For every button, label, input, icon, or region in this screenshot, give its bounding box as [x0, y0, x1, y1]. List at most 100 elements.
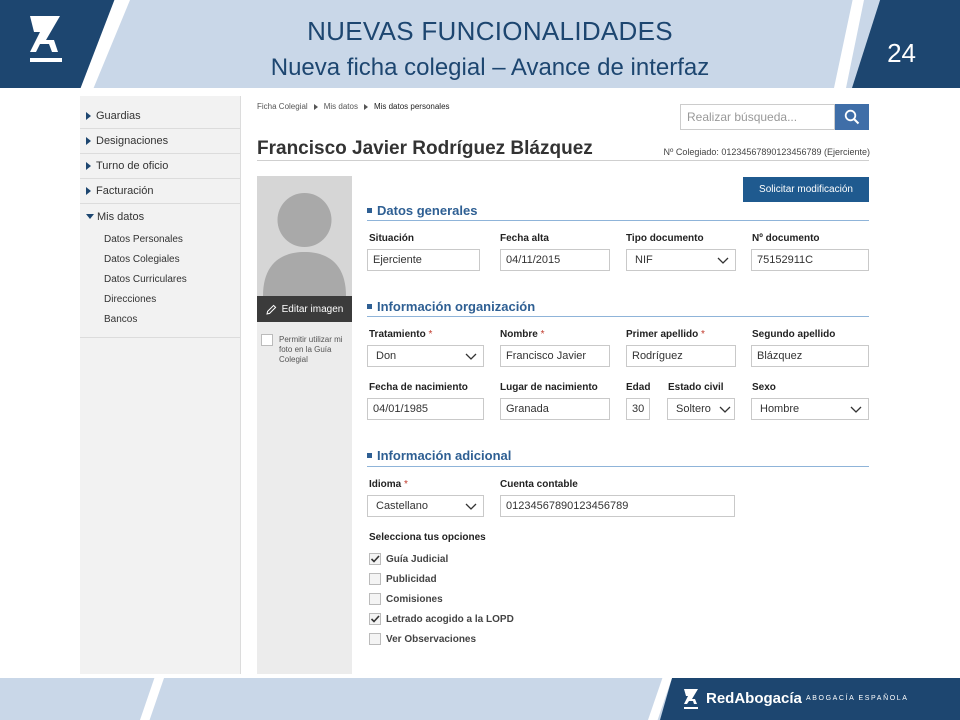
cuenta-contable-label: Cuenta contable: [500, 479, 578, 490]
chevron-down-icon: [465, 353, 477, 360]
pencil-icon: [265, 304, 276, 315]
checkbox-unchecked[interactable]: [369, 633, 381, 645]
sidebar-subitem-direcciones[interactable]: Direcciones: [80, 289, 240, 309]
options-title: Selecciona tus opciones: [369, 532, 486, 543]
sidebar-subitem-datos-curriculares[interactable]: Datos Curriculares: [80, 269, 240, 289]
breadcrumb-item[interactable]: Mis datos: [324, 102, 358, 111]
sidebar-item-label: Designaciones: [96, 135, 169, 147]
option-label: Publicidad: [386, 573, 437, 585]
colegiado-number: Nº Colegiado: 01234567890123456789 (Ejer…: [663, 147, 870, 157]
segundo-apellido-label: Segundo apellido: [752, 329, 836, 340]
permit-photo-label: Permitir utilizar mi foto en la Guía Col…: [279, 335, 343, 364]
idioma-label: Idioma *: [369, 479, 408, 490]
fecha-alta-label: Fecha alta: [500, 233, 549, 244]
search-button[interactable]: [835, 104, 869, 130]
permit-photo-checkbox[interactable]: [261, 334, 273, 346]
breadcrumb-separator-icon: [313, 103, 318, 110]
idioma-select[interactable]: Castellano: [367, 495, 484, 517]
breadcrumb-current: Mis datos personales: [373, 102, 450, 111]
tratamiento-select[interactable]: Don: [367, 345, 484, 367]
checkbox-unchecked[interactable]: [369, 573, 381, 585]
checkbox-unchecked[interactable]: [369, 593, 381, 605]
sidebar-item-guardias[interactable]: Guardias: [80, 104, 240, 129]
primer-apellido-field[interactable]: Rodríguez: [626, 345, 736, 367]
estado-civil-select[interactable]: Soltero: [667, 398, 735, 420]
sidebar-subitem-bancos[interactable]: Bancos: [80, 309, 240, 329]
cuenta-contable-field[interactable]: 01234567890123456789: [500, 495, 735, 517]
option-guia-judicial[interactable]: Guía Judicial: [369, 553, 448, 565]
checkmark-icon: [370, 615, 380, 623]
option-comisiones[interactable]: Comisiones: [369, 593, 443, 605]
edit-image-button[interactable]: Editar imagen: [257, 296, 352, 322]
option-label: Comisiones: [386, 593, 443, 605]
chevron-down-icon: [717, 257, 729, 264]
sidebar-subitem-datos-colegiales[interactable]: Datos Colegiales: [80, 249, 240, 269]
sidebar-item-turno-de-oficio[interactable]: Turno de oficio: [80, 154, 240, 179]
slide-subtitle: Nueva ficha colegial – Avance de interfa…: [270, 54, 710, 81]
required-marker: *: [404, 479, 408, 490]
footer-divider: [140, 678, 164, 720]
lugar-nacimiento-field[interactable]: Granada: [500, 398, 610, 420]
section-title-informacion-organizacion: Información organización: [367, 299, 535, 314]
section-divider: [367, 466, 869, 467]
required-marker: *: [540, 329, 545, 340]
tipo-documento-value: NIF: [635, 254, 653, 266]
bullet-square-icon: [367, 453, 372, 458]
page-title: Francisco Javier Rodríguez Blázquez: [257, 138, 593, 159]
numero-documento-field[interactable]: 75152911C: [751, 249, 869, 271]
slide-number: 24: [887, 38, 916, 68]
slide-title: NUEVAS FUNCIONALIDADES: [307, 16, 673, 46]
fecha-nacimiento-field[interactable]: 04/01/1985: [367, 398, 484, 420]
estado-civil-label: Estado civil: [668, 382, 724, 393]
tipo-documento-select[interactable]: NIF: [626, 249, 736, 271]
edad-field[interactable]: 30: [626, 398, 650, 420]
user-silhouette-icon: [263, 193, 346, 296]
nombre-field[interactable]: Francisco Javier: [500, 345, 610, 367]
sidebar-item-designaciones[interactable]: Designaciones: [80, 129, 240, 154]
request-change-button[interactable]: Solicitar modificación: [743, 177, 869, 202]
checkbox-checked[interactable]: [369, 553, 381, 565]
section-title-informacion-adicional: Información adicional: [367, 448, 511, 463]
numero-documento-label: Nº documento: [752, 233, 820, 244]
sidebar-subnav: Datos Personales Datos Colegiales Datos …: [80, 229, 240, 338]
section-title-text: Información adicional: [377, 448, 512, 463]
primer-apellido-label: Primer apellido *: [626, 329, 705, 340]
estado-civil-value: Soltero: [676, 403, 711, 415]
sidebar-item-label: Guardias: [96, 110, 141, 122]
section-title-text: Datos generales: [377, 203, 478, 218]
sidebar: Guardias Designaciones Turno de oficio F…: [80, 96, 241, 674]
sidebar-subitem-datos-personales[interactable]: Datos Personales: [80, 229, 240, 249]
sexo-select[interactable]: Hombre: [751, 398, 869, 420]
situacion-field[interactable]: Ejerciente: [367, 249, 480, 271]
breadcrumb-item[interactable]: Ficha Colegial: [257, 102, 308, 111]
section-title-datos-generales: Datos generales: [367, 203, 477, 218]
chevron-right-icon: [86, 112, 91, 120]
option-ver-observaciones[interactable]: Ver Observaciones: [369, 633, 476, 645]
tratamiento-value: Don: [376, 350, 397, 362]
bullet-square-icon: [367, 208, 372, 213]
footer-brand-name: RedAbogacía: [706, 690, 802, 707]
sidebar-item-label: Facturación: [96, 185, 154, 197]
fecha-alta-field[interactable]: 04/11/2015: [500, 249, 610, 271]
checkbox-checked[interactable]: [369, 613, 381, 625]
sexo-label: Sexo: [752, 382, 776, 393]
required-marker: *: [428, 329, 433, 340]
search-input[interactable]: Realizar búsqueda...: [680, 104, 835, 130]
nombre-label: Nombre *: [500, 329, 545, 340]
sidebar-item-label: Mis datos: [97, 210, 145, 223]
edit-image-label: Editar imagen: [281, 303, 344, 315]
sidebar-item-facturacion[interactable]: Facturación: [80, 179, 240, 204]
option-letrado-lopd[interactable]: Letrado acogido a la LOPD: [369, 613, 514, 625]
tratamiento-label: Tratamiento *: [369, 329, 433, 340]
segundo-apellido-field[interactable]: Blázquez: [751, 345, 869, 367]
sidebar-item-mis-datos[interactable]: Mis datos: [80, 204, 240, 229]
idioma-value: Castellano: [376, 500, 428, 512]
lugar-nacimiento-label: Lugar de nacimiento: [500, 382, 598, 393]
option-publicidad[interactable]: Publicidad: [369, 573, 437, 585]
sidebar-item-label: Turno de oficio: [96, 160, 169, 172]
photo-panel: Editar imagen Permitir utilizar mi foto …: [257, 176, 352, 674]
required-marker: *: [701, 329, 705, 340]
bullet-square-icon: [367, 304, 372, 309]
section-divider: [367, 220, 869, 221]
chevron-down-icon: [465, 503, 477, 510]
